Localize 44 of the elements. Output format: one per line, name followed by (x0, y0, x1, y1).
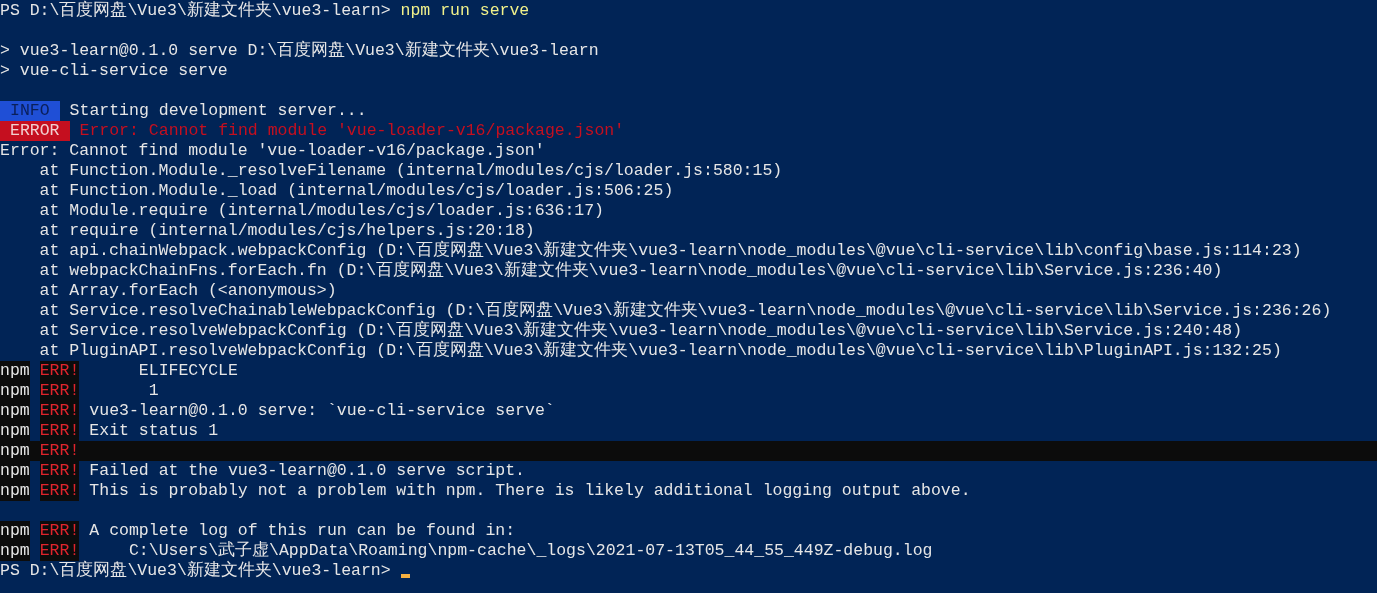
prompt-path: PS D:\百度网盘\Vue3\新建文件夹\vue3-learn> (0, 561, 391, 581)
output-line: at Service.resolveWebpackConfig (D:\百度网盘\Vue3\新建文件夹\vue3-learn\node_modules\@vue\cli-service\lib\Service.js:240:48) (38, 321, 1243, 340)
error-message: A complete log of this run can be found in: (89, 521, 516, 541)
error-message: Exit status 1 (89, 421, 219, 441)
error-message: 1 (147, 381, 159, 401)
output-line: at api.chainWebpack.webpackConfig (D:\百度网盘\Vue3\新建文件夹\vue3-learn\node_modules\@vue\cli-service\lib\config\base.js:114:23) (38, 241, 1302, 260)
error-tag: ERR! (39, 381, 80, 401)
error-message: Failed at the vue3-learn@0.1.0 serve script. (89, 461, 525, 481)
npm-prefix: npm (0, 481, 30, 501)
error-tag: ERR! (39, 461, 80, 481)
error-message: This is probably not a problem with npm. There is likely additional logging output above. (89, 481, 971, 501)
output-line: at Function.Module._resolveFilename (internal/modules/cjs/loader.js:580:15) (38, 161, 783, 181)
error-tag: ERR! (39, 481, 80, 501)
output-line: at Module.require (internal/modules/cjs/loader.js:636:17) (38, 201, 604, 221)
log-message: Starting development server... (69, 101, 367, 121)
error-tag: ERR! (39, 541, 80, 561)
output-line: at Array.forEach (<anonymous>) (38, 281, 337, 301)
error-tag: ERR! (39, 521, 80, 541)
error-tag: ERR! (39, 361, 80, 381)
output-line: at PluginAPI.resolveWebpackConfig (D:\百度网盘\Vue3\新建文件夹\vue3-learn\node_modules\@vue\cli-service\lib\PluginAPI.js:132:25) (38, 341, 1282, 361)
npm-prefix: npm (0, 361, 30, 381)
npm-prefix: npm (0, 421, 30, 441)
error-message: ELIFECYCLE (137, 361, 238, 381)
prompt-path: PS D:\百度网盘\Vue3\新建文件夹\vue3-learn> (0, 1, 391, 21)
npm-prefix: npm (0, 401, 30, 421)
error-tag: ERR! (39, 421, 80, 441)
npm-prefix: npm (0, 381, 30, 401)
log-level-badge: ERROR (0, 121, 70, 141)
log-message: Error: Cannot find module 'vue-loader-v16/package.json' (79, 121, 625, 141)
output-line: at Function.Module._load (internal/modules/cjs/loader.js:506:25) (38, 181, 674, 201)
error-message: C:\Users\武子虚\AppData\Roaming\npm-cache\_logs\2021-07-13T05_44_55_449Z-debug.log (127, 541, 933, 561)
error-tag: ERR! (39, 401, 80, 421)
output-line: at webpackChainFns.forEach.fn (D:\百度网盘\Vue3\新建文件夹\vue3-learn\node_modules\@vue\cli-service\lib\Service.js:236:40) (38, 261, 1223, 281)
npm-prefix: npm (0, 541, 30, 561)
output-line: at Service.resolveChainableWebpackConfig (D:\百度网盘\Vue3\新建文件夹\vue3-learn\node_modules\@vue\cli-service\lib\Service.js:236:26) (38, 301, 1332, 320)
output-line: Error: Cannot find module 'vue-loader-v16/package.json' (0, 141, 545, 161)
npm-prefix: npm (0, 461, 30, 481)
error-message: vue3-learn@0.1.0 serve: `vue-cli-service serve` (89, 401, 555, 421)
log-level-badge: INFO (0, 101, 60, 121)
command-text: npm run serve (400, 1, 530, 21)
output-line: at require (internal/modules/cjs/helpers.js:20:18) (38, 221, 535, 240)
npm-prefix: npm (0, 521, 30, 541)
output-line: > vue-cli-service serve (0, 61, 228, 81)
output-line: > vue3-learn@0.1.0 serve D:\百度网盘\Vue3\新建文件夹\vue3-learn (0, 41, 599, 61)
